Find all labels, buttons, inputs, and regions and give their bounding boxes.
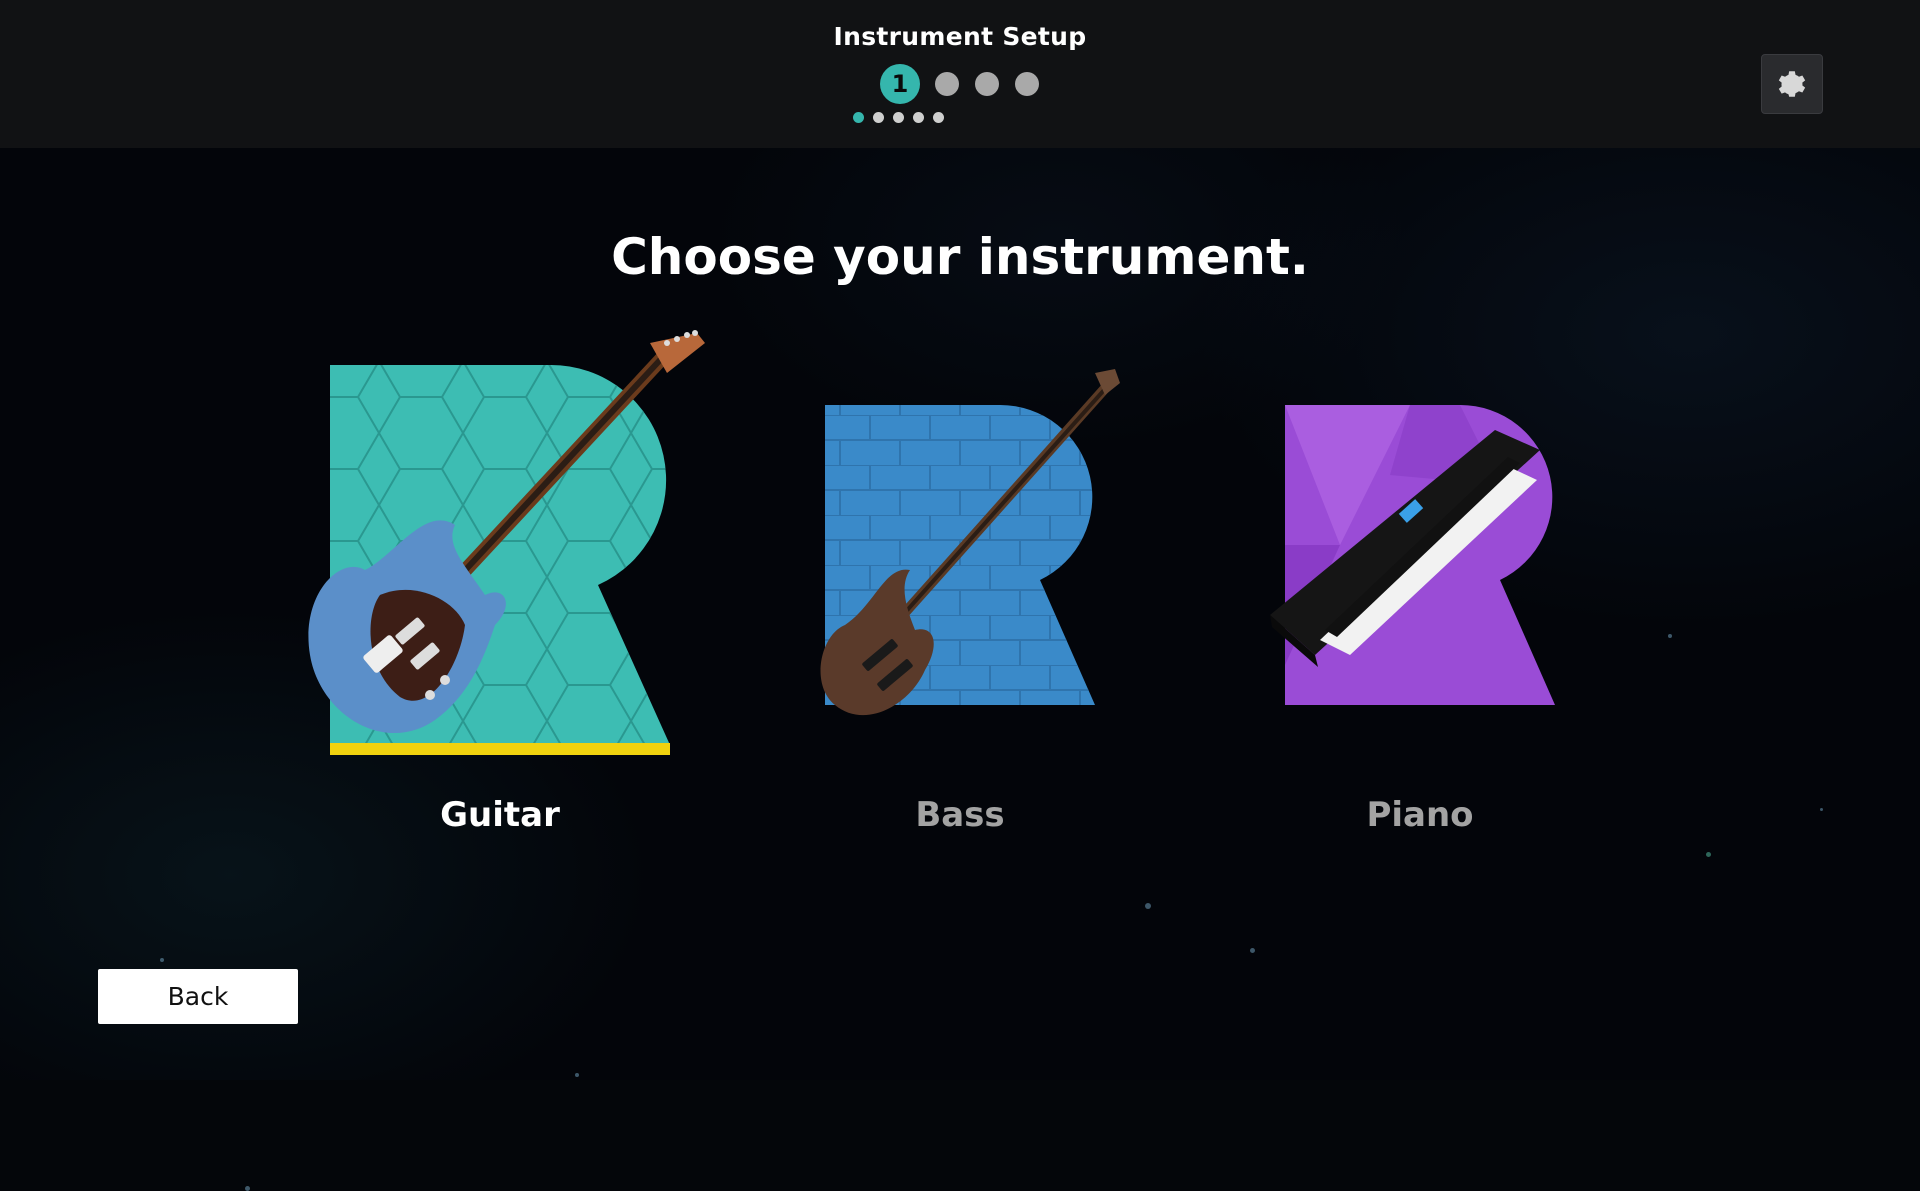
back-button[interactable]: Back — [98, 969, 298, 1024]
background-sparkle — [1706, 852, 1711, 857]
substep-dot-1 — [853, 112, 864, 123]
substep-dot-5 — [933, 112, 944, 123]
guitar-selected-underline — [330, 743, 670, 755]
step-1-number: 1 — [891, 70, 909, 98]
instrument-card-guitar[interactable] — [295, 325, 715, 755]
background-sparkle — [1145, 903, 1151, 909]
background-sparkle — [1668, 634, 1672, 638]
setup-title: Instrument Setup — [833, 22, 1087, 51]
instrument-card-bass[interactable] — [790, 365, 1130, 725]
instrument-label-guitar: Guitar — [440, 795, 560, 835]
background-sparkle — [1820, 808, 1823, 811]
step-2 — [935, 72, 959, 96]
substep-dot-2 — [873, 112, 884, 123]
piano-illustration — [1270, 404, 1555, 705]
page-headline: Choose your instrument. — [611, 228, 1309, 286]
bass-illustration — [820, 369, 1120, 716]
background-sparkle — [160, 958, 164, 962]
substep-dot-4 — [913, 112, 924, 123]
instrument-label-bass: Bass — [915, 795, 1005, 835]
background-sparkle — [245, 1186, 250, 1191]
guitar-illustration — [308, 330, 705, 755]
step-1: 1 — [880, 64, 920, 104]
instrument-label-piano: Piano — [1366, 795, 1474, 835]
substep-dot-3 — [893, 112, 904, 123]
instrument-card-piano[interactable] — [1250, 365, 1590, 725]
background-sparkle — [1250, 948, 1255, 953]
step-4 — [1015, 72, 1039, 96]
gear-icon — [1778, 71, 1806, 97]
settings-button[interactable] — [1761, 54, 1823, 114]
top-bar: Instrument Setup 1 — [0, 0, 1920, 148]
step-3 — [975, 72, 999, 96]
background-sparkle — [575, 1073, 579, 1077]
